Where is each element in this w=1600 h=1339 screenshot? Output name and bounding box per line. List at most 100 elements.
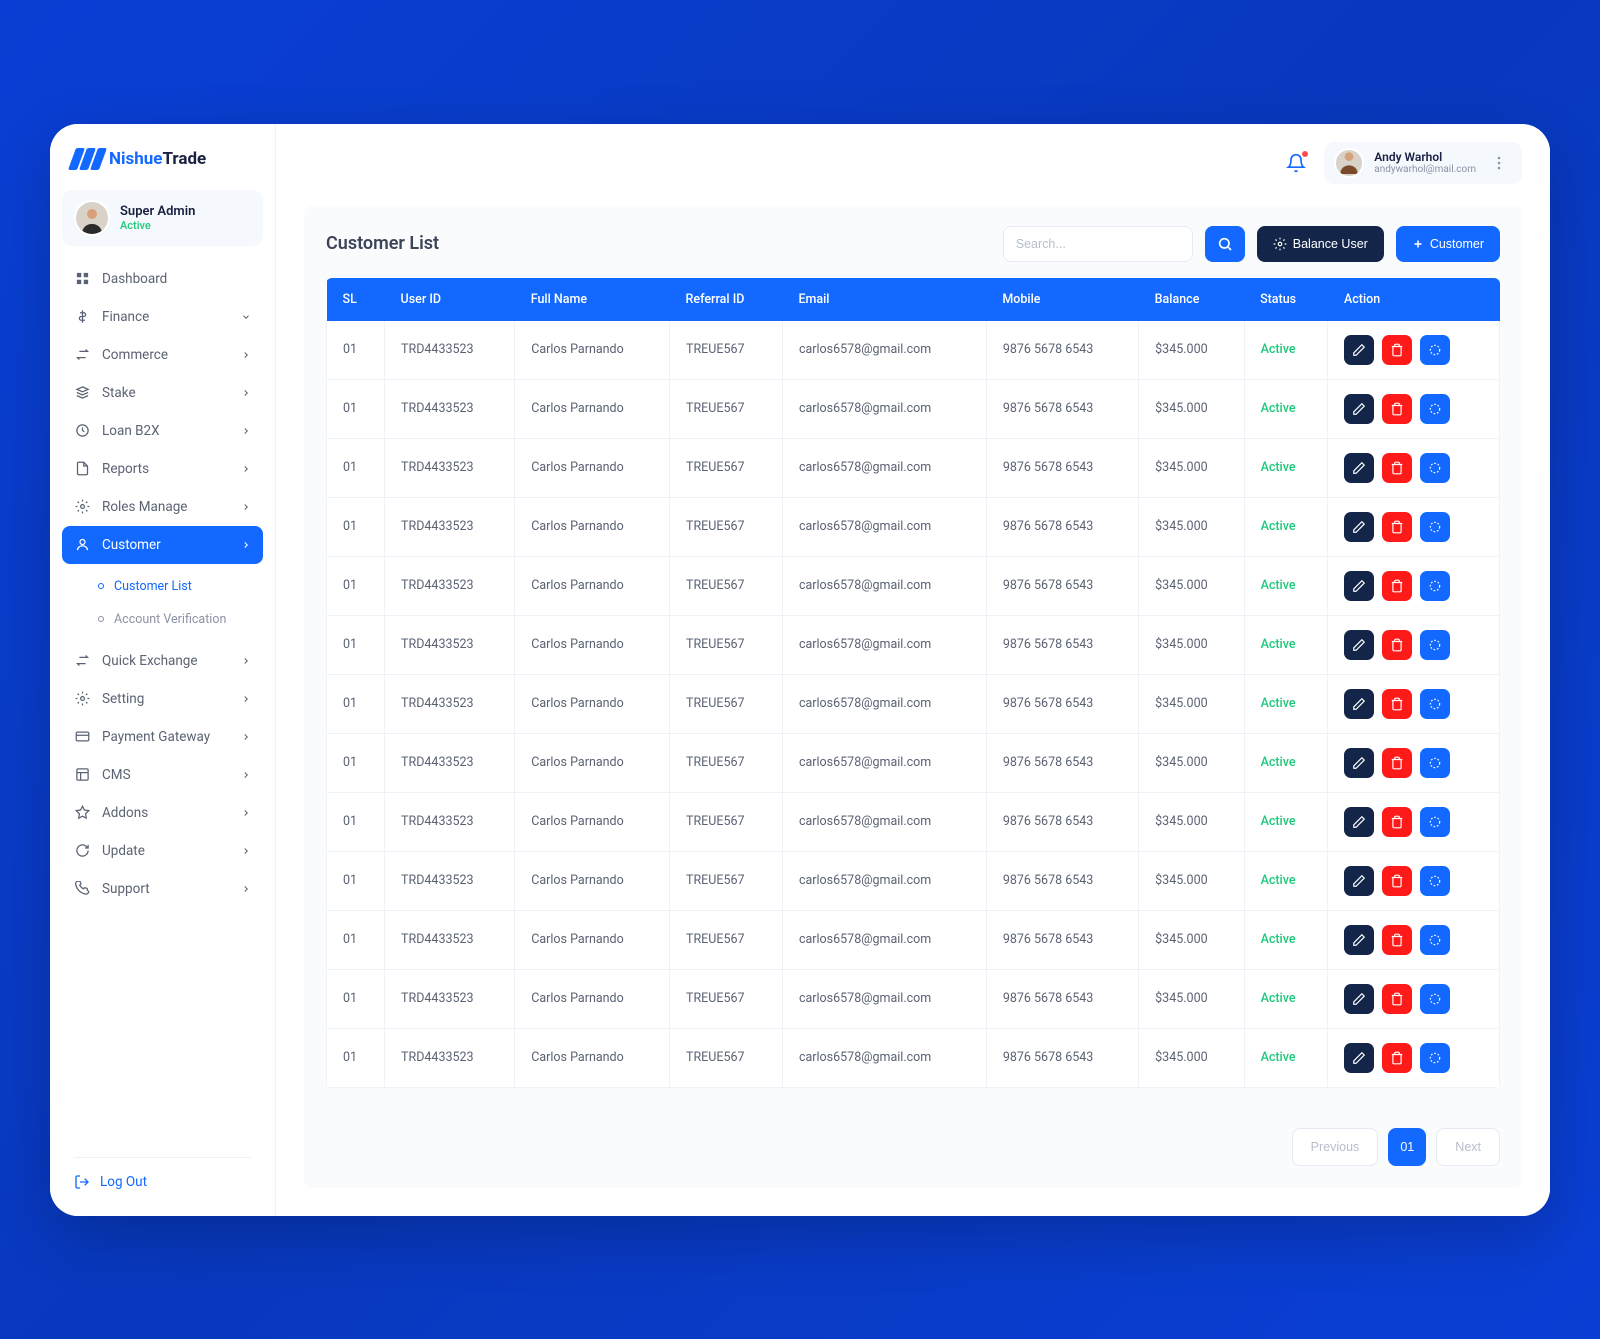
sidebar-item-customer[interactable]: Customer [62, 526, 263, 564]
edit-button[interactable] [1344, 512, 1374, 542]
chevron-down-icon [241, 312, 251, 322]
cell-status: Active [1244, 1028, 1328, 1087]
process-button[interactable] [1420, 984, 1450, 1014]
delete-button[interactable] [1382, 512, 1412, 542]
cell-email: carlos6578@gmail.com [782, 733, 986, 792]
sidebar-item-reports[interactable]: Reports [62, 450, 263, 488]
sidebar-item-addons[interactable]: Addons [62, 794, 263, 832]
process-button[interactable] [1420, 512, 1450, 542]
edit-button[interactable] [1344, 571, 1374, 601]
delete-button[interactable] [1382, 335, 1412, 365]
chevron-right-icon [241, 732, 251, 742]
search-button[interactable] [1205, 226, 1245, 262]
delete-button[interactable] [1382, 571, 1412, 601]
cell-email: carlos6578@gmail.com [782, 379, 986, 438]
delete-button[interactable] [1382, 1043, 1412, 1073]
process-button[interactable] [1420, 630, 1450, 660]
sidebar-item-payment-gateway[interactable]: Payment Gateway [62, 718, 263, 756]
process-button[interactable] [1420, 394, 1450, 424]
edit-button[interactable] [1344, 335, 1374, 365]
addon-icon [74, 805, 90, 821]
sidebar-item-quick-exchange[interactable]: Quick Exchange [62, 642, 263, 680]
sub-label: Account Verification [114, 612, 226, 627]
sidebar-item-commerce[interactable]: Commerce [62, 336, 263, 374]
edit-icon [1352, 402, 1366, 416]
process-button[interactable] [1420, 748, 1450, 778]
edit-button[interactable] [1344, 866, 1374, 896]
delete-button[interactable] [1382, 984, 1412, 1014]
process-button[interactable] [1420, 866, 1450, 896]
cell-ref: TREUE567 [670, 497, 783, 556]
cell-sl: 01 [327, 379, 385, 438]
cell-user-id: TRD4433523 [385, 556, 515, 615]
delete-button[interactable] [1382, 748, 1412, 778]
logout-link[interactable]: Log Out [74, 1157, 251, 1190]
chevron-right-icon [241, 656, 251, 666]
chevron-right-icon [241, 770, 251, 780]
cell-balance: $345.000 [1139, 497, 1244, 556]
cell-mobile: 9876 5678 6543 [986, 733, 1138, 792]
loading-icon [1428, 579, 1442, 593]
edit-button[interactable] [1344, 394, 1374, 424]
cell-status: Active [1244, 851, 1328, 910]
edit-button[interactable] [1344, 984, 1374, 1014]
edit-button[interactable] [1344, 1043, 1374, 1073]
delete-button[interactable] [1382, 453, 1412, 483]
search-input[interactable] [1003, 226, 1193, 262]
profile-card[interactable]: Super Admin Active [62, 190, 263, 246]
process-button[interactable] [1420, 571, 1450, 601]
more-icon[interactable] [1486, 150, 1512, 176]
sidebar-item-update[interactable]: Update [62, 832, 263, 870]
notifications-icon[interactable] [1286, 153, 1306, 173]
cell-user-id: TRD4433523 [385, 792, 515, 851]
edit-button[interactable] [1344, 630, 1374, 660]
balance-user-button[interactable]: Balance User [1257, 226, 1384, 262]
cell-email: carlos6578@gmail.com [782, 438, 986, 497]
delete-button[interactable] [1382, 630, 1412, 660]
sidebar-item-support[interactable]: Support [62, 870, 263, 908]
sub-item-customer-list[interactable]: Customer List [88, 570, 263, 603]
sidebar-item-loan-b2x[interactable]: Loan B2X [62, 412, 263, 450]
cell-sl: 01 [327, 321, 385, 380]
edit-button[interactable] [1344, 453, 1374, 483]
sidebar-item-cms[interactable]: CMS [62, 756, 263, 794]
delete-button[interactable] [1382, 925, 1412, 955]
process-button[interactable] [1420, 925, 1450, 955]
cell-balance: $345.000 [1139, 379, 1244, 438]
cell-actions [1328, 969, 1500, 1028]
next-page-button[interactable]: Next [1436, 1128, 1500, 1166]
delete-button[interactable] [1382, 807, 1412, 837]
edit-button[interactable] [1344, 689, 1374, 719]
grid-icon [74, 271, 90, 287]
add-customer-button[interactable]: Customer [1396, 226, 1500, 262]
process-button[interactable] [1420, 453, 1450, 483]
update-icon [74, 843, 90, 859]
process-button[interactable] [1420, 1043, 1450, 1073]
sidebar-item-setting[interactable]: Setting [62, 680, 263, 718]
brand-logo[interactable]: NishueTrade [50, 144, 275, 190]
sub-item-account-verification[interactable]: Account Verification [88, 603, 263, 636]
edit-button[interactable] [1344, 748, 1374, 778]
process-button[interactable] [1420, 807, 1450, 837]
cell-actions [1328, 497, 1500, 556]
sidebar-item-stake[interactable]: Stake [62, 374, 263, 412]
table-row: 01TRD4433523Carlos ParnandoTREUE567carlo… [327, 556, 1500, 615]
process-button[interactable] [1420, 335, 1450, 365]
trash-icon [1390, 697, 1404, 711]
cell-balance: $345.000 [1139, 615, 1244, 674]
user-chip[interactable]: Andy Warhol andywarhol@mail.com [1324, 142, 1522, 184]
delete-button[interactable] [1382, 689, 1412, 719]
cell-user-id: TRD4433523 [385, 910, 515, 969]
delete-button[interactable] [1382, 394, 1412, 424]
trash-icon [1390, 461, 1404, 475]
edit-button[interactable] [1344, 807, 1374, 837]
sidebar-item-dashboard[interactable]: Dashboard [62, 260, 263, 298]
sidebar-item-roles-manage[interactable]: Roles Manage [62, 488, 263, 526]
page-1-button[interactable]: 01 [1388, 1128, 1426, 1166]
prev-page-button[interactable]: Previous [1292, 1128, 1379, 1166]
delete-button[interactable] [1382, 866, 1412, 896]
process-button[interactable] [1420, 689, 1450, 719]
cell-ref: TREUE567 [670, 733, 783, 792]
sidebar-item-finance[interactable]: Finance [62, 298, 263, 336]
edit-button[interactable] [1344, 925, 1374, 955]
